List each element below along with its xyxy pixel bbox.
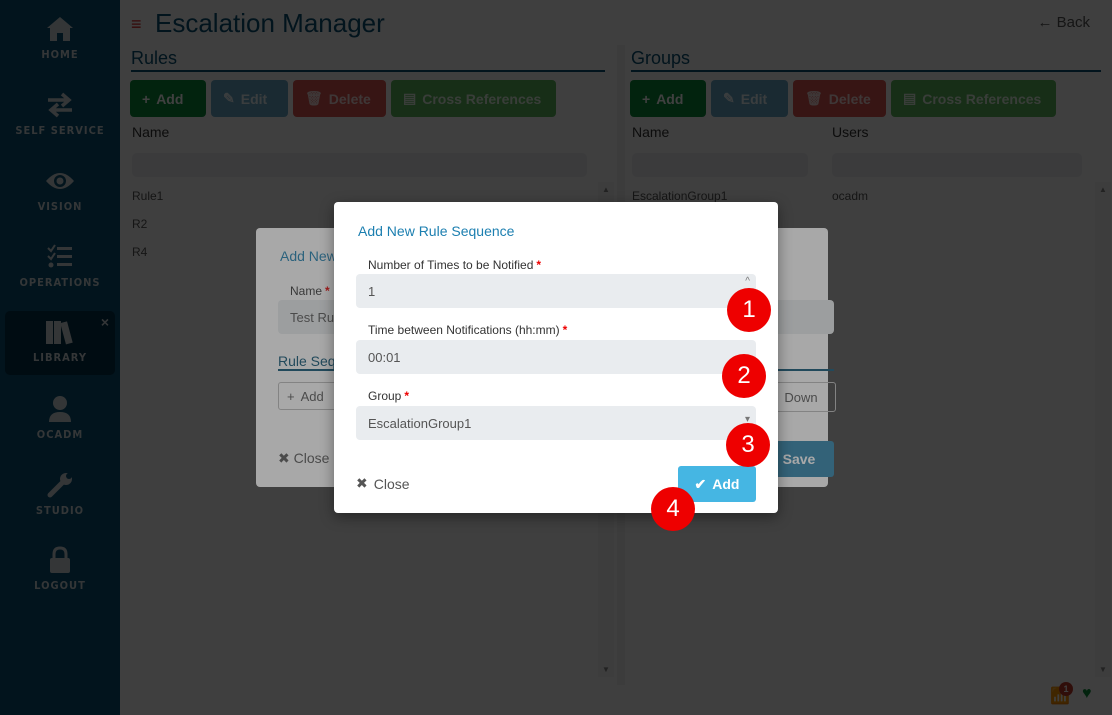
notify-interval-input[interactable]: 00:01 [356,340,756,374]
step-marker-3: 3 [726,423,770,467]
step-marker-4: 4 [651,487,695,531]
group-select[interactable]: EscalationGroup1 ▾ [356,406,756,440]
dialog-close-button[interactable]: ✖ Close [356,475,410,492]
dialog-title: Add New Rule Sequence [358,223,515,239]
add-rule-sequence-dialog: Add New Rule Sequence Number of Times to… [334,202,778,513]
notify-count-input[interactable]: 1 ^ [356,274,756,308]
spinner-up-icon[interactable]: ^ [745,276,750,287]
step-marker-2: 2 [722,354,766,398]
step-marker-1: 1 [727,288,771,332]
check-icon: ✔ [694,475,707,492]
rule-close-button[interactable]: ✖ Close [278,450,329,467]
close-icon: ✖ [356,475,368,491]
